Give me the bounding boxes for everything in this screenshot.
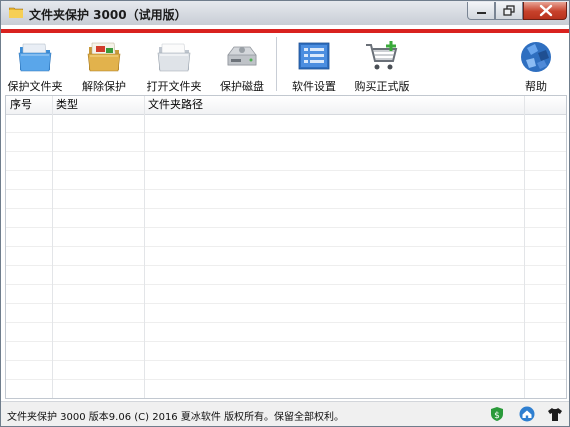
open-folder-button[interactable]: 打开文件夹 (141, 33, 207, 93)
protect-disk-icon (227, 46, 257, 66)
unprotect-label: 解除保护 (82, 80, 126, 93)
settings-icon (298, 42, 330, 70)
buy-full-version-label: 购买正式版 (354, 80, 410, 93)
toolbar: 保护文件夹 解除保护 打开文件夹 保护磁盘 软件设置 购买正式版 帮助 (1, 33, 569, 93)
close-icon (539, 4, 553, 17)
folder-lock-icon (9, 7, 23, 18)
column-header-path[interactable]: 文件夹路径 (144, 96, 524, 114)
toolbar-separator (276, 37, 277, 91)
restore-button[interactable] (495, 2, 523, 20)
buy-full-version-button[interactable]: 购买正式版 (349, 33, 415, 93)
protect-folder-icon (18, 43, 52, 72)
help-label: 帮助 (525, 80, 547, 93)
unprotect-folder-icon (87, 42, 121, 72)
protect-disk-label: 保护磁盘 (220, 80, 264, 93)
settings-label: 软件设置 (292, 80, 336, 93)
close-button[interactable] (523, 2, 567, 20)
restore-icon (503, 5, 515, 16)
shirt-icon[interactable] (547, 406, 563, 422)
column-divider (144, 96, 145, 398)
help-icon (521, 42, 551, 72)
column-divider (52, 96, 53, 398)
protect-folder-button[interactable]: 保护文件夹 (3, 33, 67, 93)
protect-folder-label: 保护文件夹 (7, 80, 63, 93)
status-copyright: 文件夹保护 3000 版本9.06 (C) 2016 夏冰软件 版权所有。保留全… (7, 412, 345, 423)
minimize-button[interactable] (467, 2, 495, 20)
column-divider (524, 96, 525, 398)
open-folder-label: 打开文件夹 (146, 80, 202, 93)
title-bar[interactable]: 文件夹保护 3000（试用版） (1, 1, 569, 25)
main-window: 文件夹保护 3000（试用版） 保护文件夹 解除保护 打开文件夹 保护磁盘 软件… (0, 0, 570, 427)
home-icon[interactable] (519, 406, 535, 422)
column-header-index[interactable]: 序号 (6, 96, 52, 114)
unprotect-button[interactable]: 解除保护 (71, 33, 137, 93)
protect-disk-button[interactable]: 保护磁盘 (211, 33, 273, 93)
protected-folders-table[interactable]: 序号 类型 文件夹路径 (5, 95, 567, 399)
shield-icon[interactable]: $ (489, 406, 505, 422)
open-folder-icon (157, 43, 191, 72)
table-header: 序号 类型 文件夹路径 (6, 96, 566, 115)
window-title: 文件夹保护 3000（试用版） (29, 8, 187, 22)
column-header-type[interactable]: 类型 (52, 96, 144, 114)
shopping-cart-icon (366, 41, 398, 70)
svg-text:$: $ (494, 411, 500, 421)
status-bar: 文件夹保护 3000 版本9.06 (C) 2016 夏冰软件 版权所有。保留全… (1, 401, 569, 426)
help-button[interactable]: 帮助 (509, 33, 563, 93)
minimize-icon (477, 12, 486, 14)
settings-button[interactable]: 软件设置 (283, 33, 345, 93)
